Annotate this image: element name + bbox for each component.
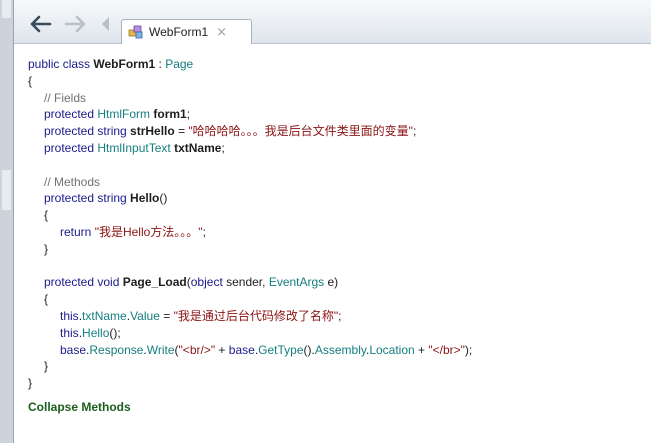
code-token: GetType (258, 342, 304, 357)
code-token: base (228, 342, 255, 357)
code-line: protected HtmlInputText txtName; (28, 140, 643, 157)
code-line: } (28, 358, 643, 375)
class-icon (128, 25, 143, 39)
code-token: this (60, 325, 79, 340)
code-line: // Methods (28, 174, 643, 191)
code-token: object (190, 275, 223, 290)
code-line: protected HtmlForm form1; (28, 106, 643, 123)
code-token: Value (130, 308, 160, 323)
code-token: "</br>" (428, 342, 465, 357)
panel-edge-segment (2, 0, 11, 18)
code-token: = (159, 308, 174, 323)
code-line: { (28, 73, 643, 90)
toolbar: WebForm1 × (14, 0, 651, 44)
code-token: this (60, 308, 79, 323)
code-line: this.Hello(); (28, 325, 643, 342)
code-token: EventArgs (268, 275, 325, 290)
code-line: base.Response.Write("<br/>" + base.GetTy… (28, 342, 643, 359)
back-arrow-icon (30, 15, 52, 33)
code-token: sender, (222, 275, 269, 290)
back-button[interactable] (26, 11, 54, 37)
code-token: + (215, 342, 229, 357)
code-token: (); (109, 325, 121, 340)
code-token: WebForm1 (93, 57, 156, 71)
code-token: txtName (174, 140, 222, 155)
code-token: base (60, 342, 87, 357)
code-token: ; (412, 124, 417, 139)
code-token: e) (324, 275, 339, 290)
code-token: Write (146, 342, 175, 357)
code-token: return (60, 224, 95, 239)
panel-edge-segment (2, 170, 11, 210)
code-token: Page_Load (122, 275, 187, 290)
code-token: } (44, 359, 49, 374)
code-token: ); (464, 342, 473, 357)
code-token: { (44, 208, 49, 223)
code-token: strHello (130, 124, 175, 139)
code-line: } (28, 375, 643, 392)
code-line: public class WebForm1 : Page (28, 56, 643, 73)
code-token: Hello (130, 191, 160, 206)
code-token: protected (44, 140, 98, 155)
code-token: protected string (44, 124, 131, 139)
code-token: ; (221, 140, 225, 155)
code-token: txtName (82, 308, 127, 323)
code-token: protected void (44, 275, 123, 290)
code-token: = (174, 124, 189, 139)
code-token: () (159, 191, 168, 206)
code-line: { (28, 207, 643, 224)
code-token: Hello (82, 325, 110, 340)
code-token: "<br/>" (178, 342, 216, 357)
code-line: protected string strHello = "哈哈哈哈。。。我是后台… (28, 123, 643, 140)
code-token: Location (369, 342, 415, 357)
tab-label: WebForm1 (149, 25, 209, 39)
code-token: { (28, 73, 33, 88)
forward-arrow-icon (64, 15, 86, 33)
scroll-left-icon (102, 17, 109, 31)
code-token: + (414, 342, 429, 357)
code-token: protected (44, 107, 98, 122)
code-token: HtmlInputText (97, 140, 171, 155)
code-token: protected string (44, 191, 131, 206)
code-token: // Methods (44, 174, 101, 189)
code-token: ; (186, 107, 191, 122)
code-token: ; (338, 308, 342, 323)
code-line: protected void Page_Load(object sender, … (28, 274, 643, 291)
code-token: { (44, 292, 49, 307)
code-token: HtmlForm (97, 107, 151, 122)
code-line: return "我是Hello方法。。。"; (28, 224, 643, 241)
code-token: } (44, 241, 49, 256)
code-token: // Fields (44, 90, 87, 105)
close-icon[interactable]: × (216, 26, 227, 39)
code-token: "我是Hello方法。。。" (94, 224, 203, 239)
tab-webform1[interactable]: WebForm1 × (121, 19, 252, 44)
forward-button[interactable] (62, 11, 90, 37)
tab-scroll-left-button[interactable] (98, 11, 112, 37)
code-token: "我是通过后台代码修改了名称" (173, 308, 339, 323)
code-token: } (28, 376, 33, 391)
collapse-methods-link[interactable]: Collapse Methods (28, 400, 131, 414)
code-token: public class (28, 57, 94, 71)
code-token: : (155, 57, 166, 71)
code-token: Assembly (314, 342, 366, 357)
code-token: Response (89, 342, 144, 357)
code-token: Page (165, 57, 194, 71)
left-panel-edge (0, 0, 14, 443)
code-line: // Fields (28, 90, 643, 107)
code-view: public class WebForm1 : Page{// Fields pr… (28, 56, 643, 392)
code-token: (). (303, 342, 315, 357)
code-token: form1 (153, 107, 187, 122)
code-line: protected string Hello() (28, 190, 643, 207)
code-line: } (28, 241, 643, 258)
code-token: ; (202, 224, 206, 239)
code-line: { (28, 291, 643, 308)
code-token: "哈哈哈哈。。。我是后台文件类里面的变量" (188, 124, 413, 139)
code-line: this.txtName.Value = "我是通过后台代码修改了名称"; (28, 308, 643, 325)
